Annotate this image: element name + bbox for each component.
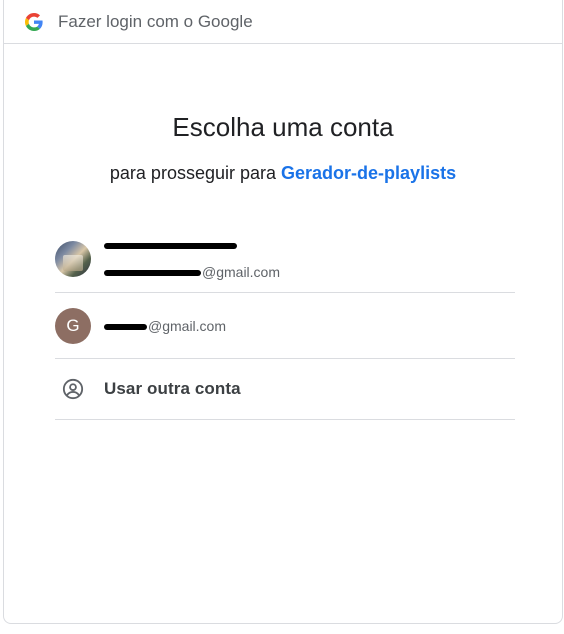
account-text: @gmail.com xyxy=(104,237,280,280)
subtitle: para prosseguir para Gerador-de-playlist… xyxy=(4,163,562,184)
page-title: Escolha uma conta xyxy=(172,112,394,142)
header-title: Fazer login com o Google xyxy=(58,11,253,31)
subtitle-prefix: para prosseguir para xyxy=(109,163,277,183)
account-circle-icon xyxy=(62,378,84,400)
dialog-header: Fazer login com o Google xyxy=(4,0,562,44)
google-g-icon xyxy=(25,12,43,31)
sign-in-dialog: Fazer login com o Google Escolha uma con… xyxy=(3,0,563,624)
redaction-mark xyxy=(104,323,147,330)
avatar: G xyxy=(55,307,91,344)
account-list: @gmail.com G @gmail.com Usar outra conta xyxy=(55,225,515,420)
app-name-link[interactable]: Gerador-de-playlists xyxy=(281,163,456,183)
use-another-account-label: Usar outra conta xyxy=(104,379,241,398)
email-domain: @gmail.com xyxy=(148,317,227,334)
email-domain: @gmail.com xyxy=(202,264,281,280)
account-name xyxy=(104,237,280,255)
account-email: @gmail.com xyxy=(104,264,280,280)
avatar-letter: G xyxy=(66,315,80,335)
redaction-mark xyxy=(104,270,201,277)
use-another-account-button[interactable]: Usar outra conta xyxy=(55,359,515,420)
account-item[interactable]: @gmail.com xyxy=(55,225,515,293)
avatar xyxy=(55,240,91,277)
account-item[interactable]: G @gmail.com xyxy=(55,293,515,359)
redaction-mark xyxy=(104,242,237,249)
account-email: @gmail.com xyxy=(104,318,226,334)
account-text: @gmail.com xyxy=(104,318,226,334)
